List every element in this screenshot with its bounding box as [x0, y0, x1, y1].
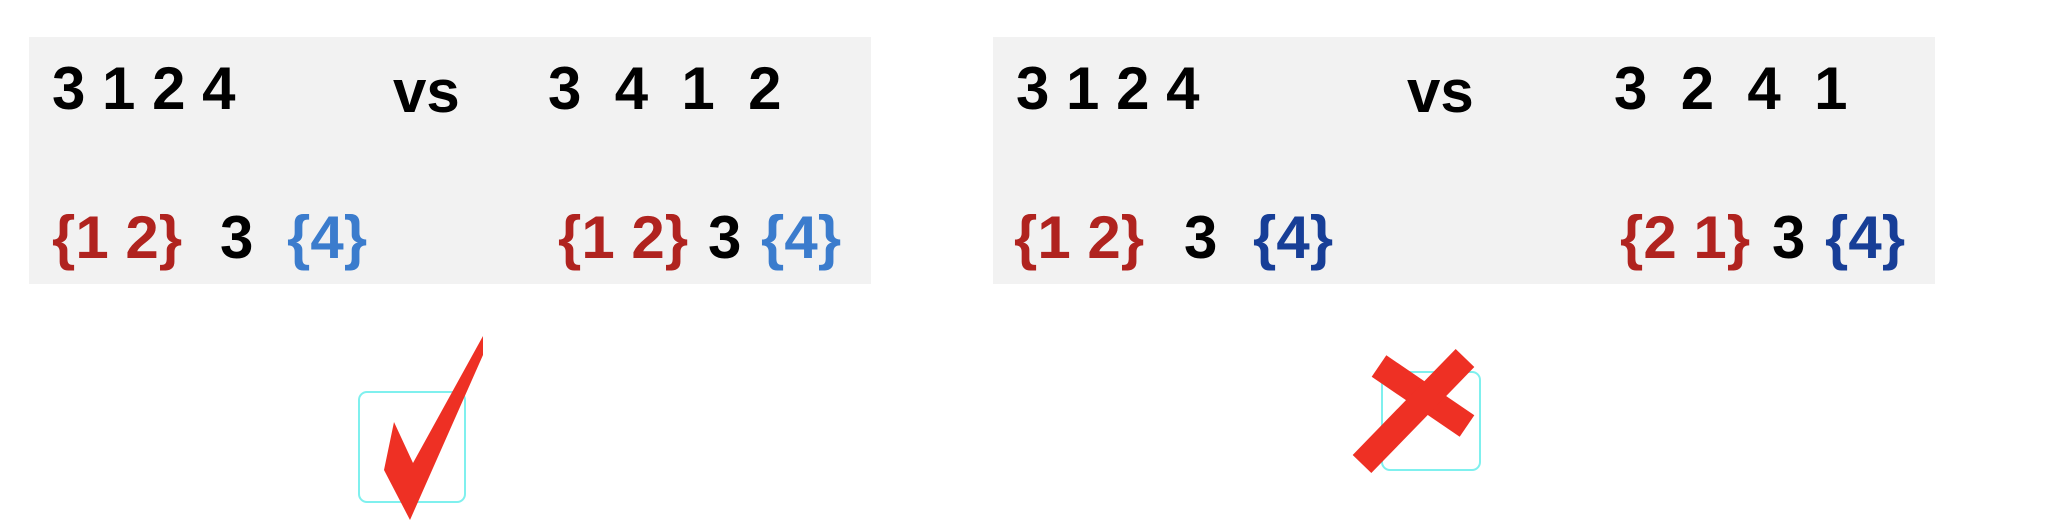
left-group-b-red: {1 2}: [558, 204, 689, 271]
left-group-a-middle: 3: [220, 204, 254, 271]
left-vs: vs: [393, 58, 460, 125]
left-group-b-blue: {4}: [761, 204, 842, 271]
right-group-b-red: {2 1}: [1620, 204, 1751, 271]
cross-mark-icon: [1352, 348, 1481, 474]
left-group-a-red: {1 2}: [52, 204, 183, 271]
right-group-a-red: {1 2}: [1014, 204, 1145, 271]
right-vs: vs: [1407, 58, 1474, 125]
check-mark-icon: [358, 336, 483, 520]
left-seq-b: 3 4 1 2: [548, 55, 782, 122]
right-group-b-blue: {4}: [1825, 204, 1906, 271]
left-seq-a: 3 1 2 4: [52, 55, 236, 122]
left-group-a-blue: {4}: [287, 204, 368, 271]
right-group-a-blue: {4}: [1253, 204, 1334, 271]
right-group-a-middle: 3: [1184, 204, 1218, 271]
right-seq-a: 3 1 2 4: [1016, 55, 1200, 122]
left-group-b-middle: 3: [708, 204, 742, 271]
right-seq-b: 3 2 4 1: [1614, 55, 1848, 122]
right-group-b-middle: 3: [1772, 204, 1806, 271]
